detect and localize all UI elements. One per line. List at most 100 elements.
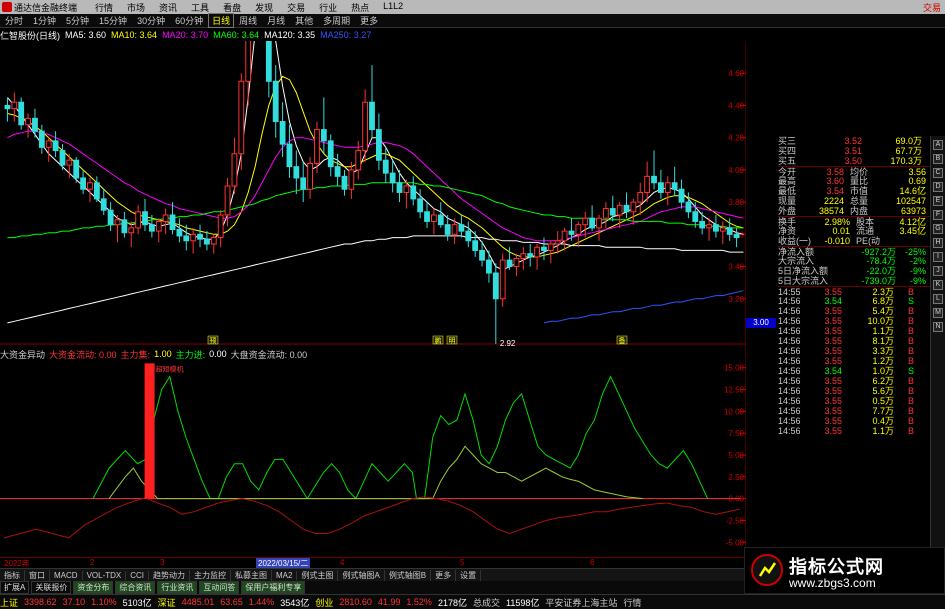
side-tool-icon[interactable]: K <box>933 280 943 290</box>
period-button-0[interactable]: 分时 <box>0 14 28 27</box>
function-button-5[interactable]: 互动问答 <box>199 581 240 594</box>
side-tool-icon[interactable]: J <box>933 266 943 276</box>
indicator-tab-1[interactable]: 窗口 <box>25 569 50 581</box>
function-button-3[interactable]: 综合资讯 <box>115 581 156 594</box>
tick-price: 3.55 <box>824 287 842 297</box>
tick-direction: B <box>907 406 914 416</box>
menu-item-5[interactable]: 发现 <box>248 1 280 14</box>
tick-direction: B <box>907 426 914 436</box>
side-tool-icon[interactable]: A <box>933 140 943 150</box>
broker-server[interactable]: 平安证券上海主站 <box>545 596 617 609</box>
period-button-6[interactable]: 日线 <box>208 13 235 28</box>
cy-index-label: 创业 <box>315 597 334 608</box>
menu-item-0[interactable]: 行情 <box>88 1 120 14</box>
candle <box>602 202 609 228</box>
sz-index-label: 深证 <box>157 597 176 608</box>
period-button-10[interactable]: 多周期 <box>318 14 355 27</box>
candle <box>410 176 417 206</box>
indicator-tab-3[interactable]: VOL-TDX <box>83 570 127 580</box>
period-button-1[interactable]: 1分钟 <box>28 14 61 27</box>
tick-volume: 5.4万 <box>872 306 894 316</box>
side-tool-icon[interactable]: I <box>933 252 943 262</box>
tick-time: 14:56 <box>778 416 801 426</box>
trade-menu-button[interactable]: 交易 <box>923 1 941 14</box>
stat-label: 量比 <box>850 176 869 186</box>
price-axis-label: 3.80 <box>728 198 744 207</box>
event-marker[interactable]: 备 <box>616 335 628 345</box>
indicator-tab-4[interactable]: CCI <box>126 570 150 580</box>
cy-index-amount: 2178亿 <box>437 597 467 608</box>
indicator-tab-9[interactable]: 例式主图 <box>297 569 339 581</box>
menu-item-4[interactable]: 看盘 <box>216 1 248 14</box>
menu-item-6[interactable]: 交易 <box>280 1 312 14</box>
event-marker[interactable]: 明 <box>446 335 458 345</box>
indicator-tab-8[interactable]: MA2 <box>272 570 298 580</box>
candle <box>334 153 341 186</box>
total-volume-value: 11598亿 <box>505 597 540 608</box>
indicator-tab-2[interactable]: MACD <box>50 570 83 580</box>
stat-label: 市值 <box>850 186 869 196</box>
candle <box>341 169 348 196</box>
indicator-tab-0[interactable]: 指标 <box>0 569 25 581</box>
side-tool-icon[interactable]: B <box>933 154 943 164</box>
tick-row: 14:56 3.55 6.2万 B <box>778 376 930 386</box>
indicator-tab-5[interactable]: 趋势动力 <box>149 569 191 581</box>
stat-value: 0.69 <box>908 176 926 186</box>
indicator-tab-11[interactable]: 例式轴图B <box>385 569 432 581</box>
side-tool-icon[interactable]: G <box>933 224 943 234</box>
function-button-0[interactable]: 扩展A <box>0 581 30 594</box>
period-button-2[interactable]: 5分钟 <box>61 14 94 27</box>
menu-item-3[interactable]: 工具 <box>184 1 216 14</box>
candle <box>210 234 217 254</box>
period-button-11[interactable]: 更多 <box>355 14 383 27</box>
period-button-9[interactable]: 其他 <box>290 14 318 27</box>
side-tool-icon[interactable]: N <box>933 322 943 332</box>
tick-time: 14:56 <box>778 336 801 346</box>
side-tool-icon[interactable]: C <box>933 168 943 178</box>
function-button-2[interactable]: 资金分布 <box>73 581 114 594</box>
stat-value: 3.58 <box>826 167 844 176</box>
candle <box>307 157 314 199</box>
candle <box>73 157 80 183</box>
indicator-line-1 <box>108 445 643 500</box>
indicator-tab-12[interactable]: 更多 <box>431 569 457 581</box>
side-tool-icon[interactable]: M <box>933 308 943 318</box>
menu-item-7[interactable]: 行业 <box>312 1 344 14</box>
period-button-8[interactable]: 月线 <box>262 14 290 27</box>
stat-label: 总量 <box>850 196 869 206</box>
side-tool-icon[interactable]: L <box>933 294 943 304</box>
ask-volume: 69.0万 <box>895 136 922 146</box>
side-tool-icon[interactable]: E <box>933 196 943 206</box>
function-button-6[interactable]: 保用户福利专享 <box>241 581 306 594</box>
menu-item-9[interactable]: L1L2 <box>376 1 410 14</box>
indicator-tab-6[interactable]: 主力监控 <box>190 569 232 581</box>
side-tool-icon[interactable]: D <box>933 182 943 192</box>
indicator-tab-10[interactable]: 例式轴图A <box>338 569 385 581</box>
period-button-5[interactable]: 60分钟 <box>170 14 208 27</box>
indicator-tab-7[interactable]: 私募主图 <box>231 569 273 581</box>
menu-item-8[interactable]: 热点 <box>344 1 376 14</box>
candle <box>664 176 671 206</box>
main-menu: 行情 市场 资讯 工具 看盘 发现 交易 行业 热点 L1L2 <box>88 1 410 14</box>
period-button-7[interactable]: 周线 <box>234 14 262 27</box>
side-tool-icon[interactable]: H <box>933 238 943 248</box>
period-button-4[interactable]: 30分钟 <box>132 14 170 27</box>
watermark-logo-icon <box>751 554 783 586</box>
watermark: 指标公式网 www.zbgs3.com <box>744 547 945 594</box>
flow-value: -78.4万 <box>866 256 896 266</box>
event-marker[interactable]: 预 <box>207 335 219 345</box>
stat-row: 最低 3.54 市值 14.6亿 <box>778 186 930 196</box>
event-marker[interactable]: 鹏 <box>432 335 444 345</box>
indicator-tab-13[interactable]: 设置 <box>456 569 482 581</box>
menu-item-1[interactable]: 市场 <box>120 1 152 14</box>
period-button-3[interactable]: 15分钟 <box>94 14 132 27</box>
candle <box>472 231 479 257</box>
side-tool-icon[interactable]: F <box>933 210 943 220</box>
tick-direction: B <box>907 376 914 386</box>
tick-price: 3.55 <box>824 336 842 346</box>
chart-area[interactable]: 4.604.404.204.003.803.603.403.205.702.92… <box>0 41 746 557</box>
function-button-1[interactable]: 关联报价 <box>31 581 72 594</box>
function-button-4[interactable]: 行业资讯 <box>157 581 198 594</box>
tick-time: 14:56 <box>778 396 801 406</box>
menu-item-2[interactable]: 资讯 <box>152 1 184 14</box>
